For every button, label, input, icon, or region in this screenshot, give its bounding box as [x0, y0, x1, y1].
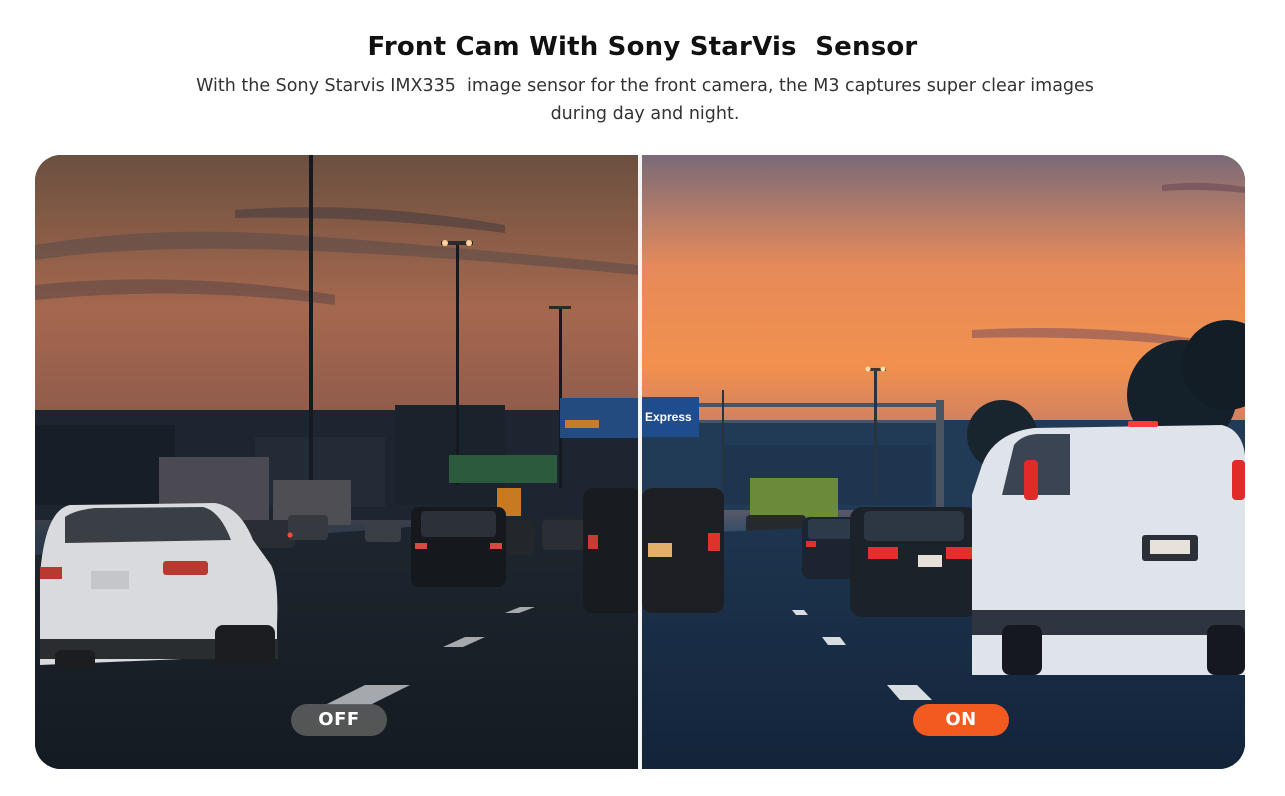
highway-photo-off: [35, 155, 638, 769]
page-subtitle: With the Sony Starvis IMX335 image senso…: [196, 76, 1100, 124]
toggle-on-badge: ON: [913, 704, 1009, 736]
express-sign-text: Express: [645, 410, 692, 424]
page-title: Front Cam With Sony StarVis Sensor: [367, 32, 918, 62]
comparison-panel-on: Express ON: [642, 155, 1245, 769]
before-after-comparison: OFF Express ON: [35, 155, 1245, 769]
comparison-panel-off: OFF: [35, 155, 638, 769]
highway-photo-on: Express: [642, 155, 1245, 769]
toggle-off-badge: OFF: [291, 704, 387, 736]
